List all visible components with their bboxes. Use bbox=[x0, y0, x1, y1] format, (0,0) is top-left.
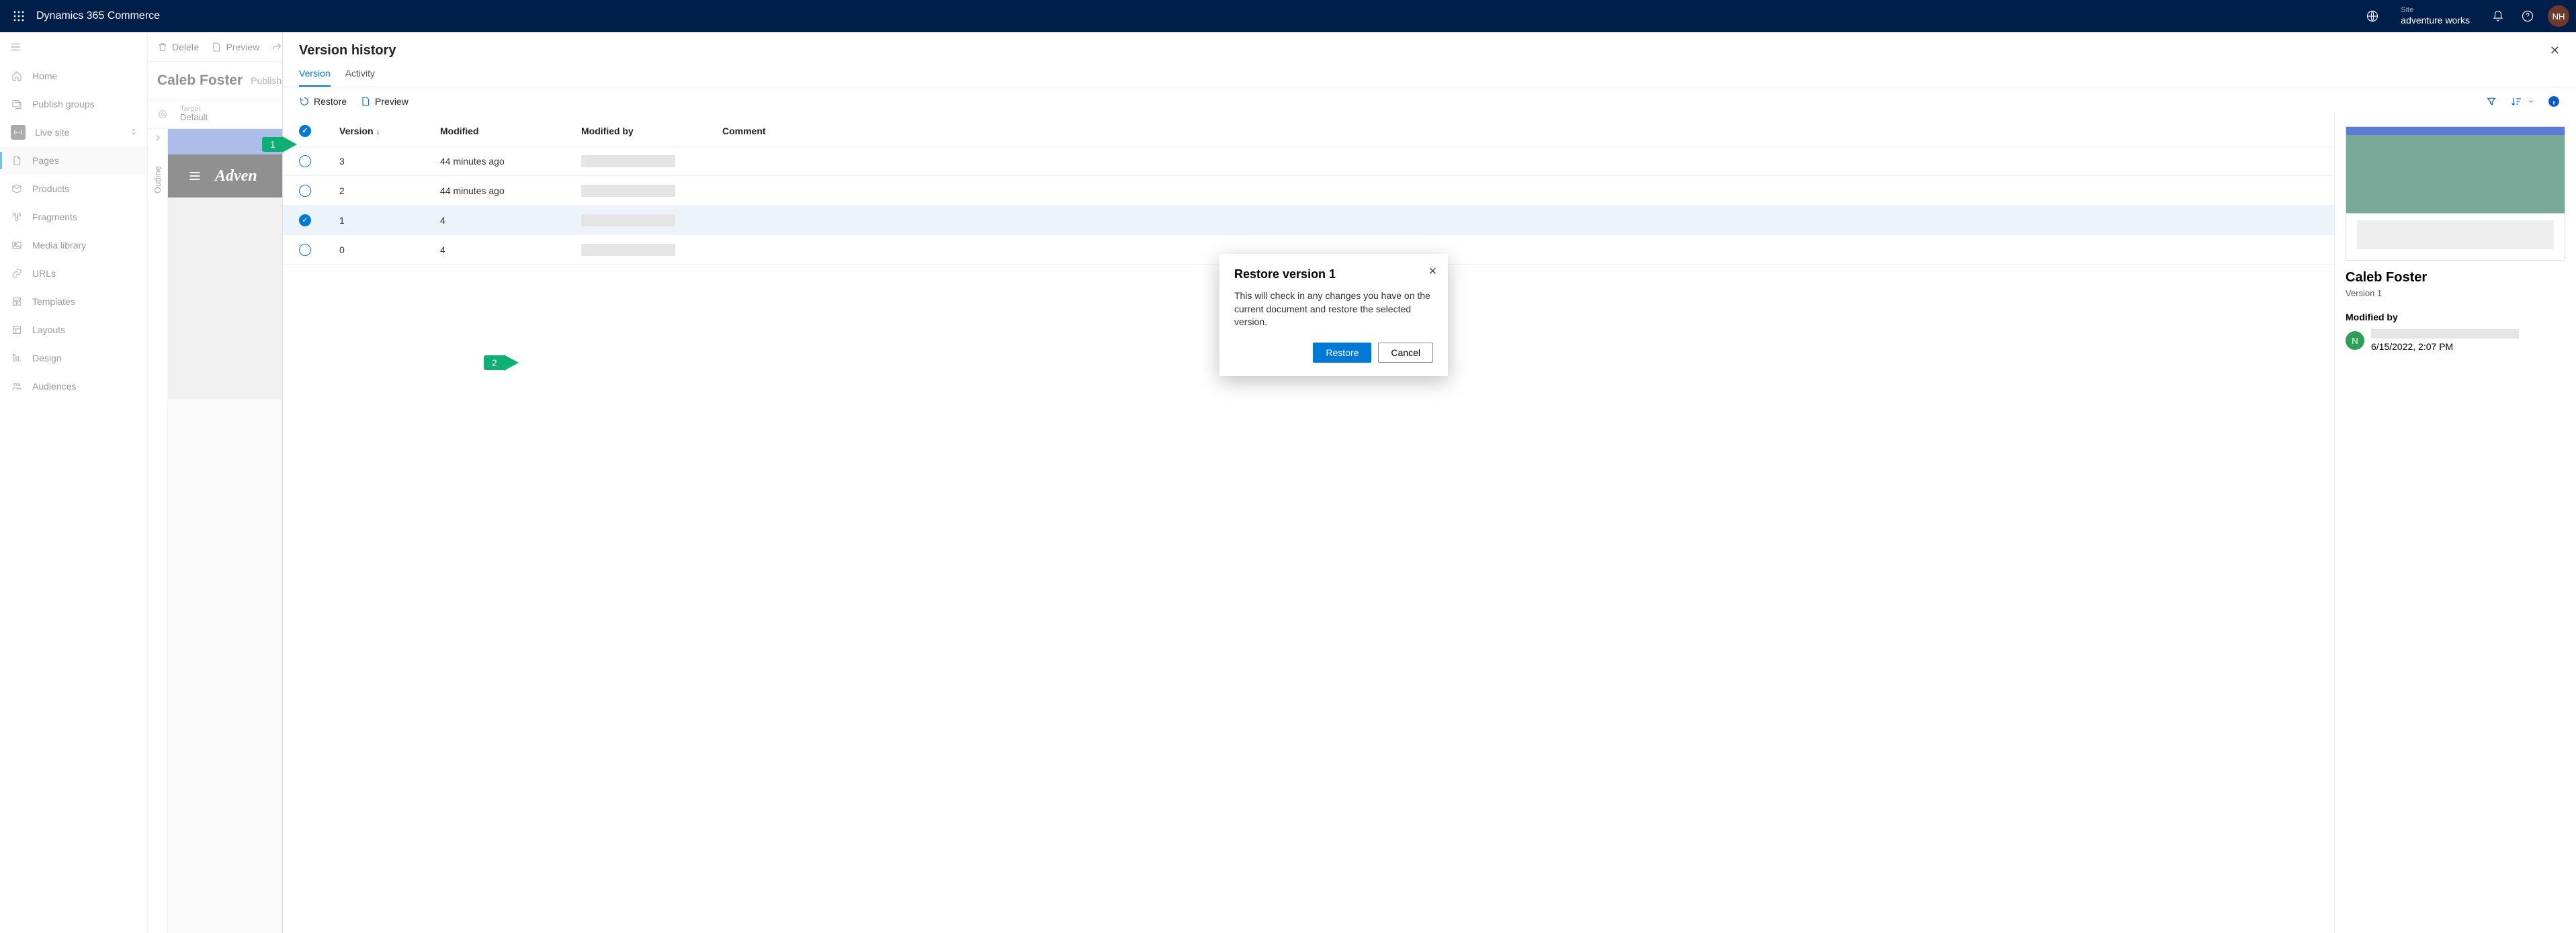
nav-publish-groups[interactable]: Publish groups bbox=[0, 90, 147, 118]
outline-rail: Outline bbox=[148, 129, 168, 933]
dialog-close-icon[interactable]: ✕ bbox=[1428, 265, 1437, 278]
cell-version: 0 bbox=[339, 245, 440, 255]
cell-version: 3 bbox=[339, 156, 440, 167]
chevron-updown-icon bbox=[130, 127, 138, 138]
cell-modified: 4 bbox=[440, 245, 581, 255]
modified-timestamp: 6/15/2022, 2:07 PM bbox=[2371, 341, 2519, 352]
detail-subtitle: Version 1 bbox=[2346, 288, 2565, 298]
app-launcher-icon[interactable] bbox=[7, 4, 31, 28]
version-history-panel: Version history ✕ Version Activity Resto… bbox=[282, 32, 2576, 933]
panel-tabs: Version Activity bbox=[283, 58, 2576, 87]
version-detail-pane: Caleb Foster Version 1 Modified by N 6/1… bbox=[2334, 116, 2576, 933]
table-row[interactable]: 344 minutes ago bbox=[283, 146, 2334, 176]
nav-live-site[interactable]: Live site bbox=[0, 118, 147, 146]
version-thumbnail bbox=[2346, 126, 2565, 261]
nav-urls[interactable]: URLs bbox=[0, 259, 147, 287]
user-avatar[interactable]: NH bbox=[2548, 5, 2569, 27]
bell-icon[interactable] bbox=[2483, 0, 2513, 32]
outline-label: Outline bbox=[153, 166, 163, 193]
dialog-restore-button[interactable]: Restore bbox=[1313, 343, 1371, 363]
callout-2: 2 bbox=[484, 355, 519, 371]
dialog-title: Restore version 1 bbox=[1234, 267, 1433, 281]
detail-title: Caleb Foster bbox=[2346, 270, 2565, 285]
delete-button[interactable]: Delete bbox=[157, 42, 199, 52]
brand-title: Dynamics 365 Commerce bbox=[36, 10, 160, 22]
site-logo: Adven bbox=[215, 167, 257, 185]
callout-1: 1 bbox=[262, 136, 297, 152]
expand-outline-icon[interactable] bbox=[153, 133, 163, 146]
page-title: Caleb Foster bbox=[157, 73, 243, 89]
site-value: adventure works bbox=[2401, 15, 2470, 26]
site-picker[interactable]: Site adventure works bbox=[2401, 6, 2470, 26]
cell-modified-by bbox=[581, 185, 722, 197]
target-picker[interactable]: Target Default bbox=[180, 105, 208, 122]
nav-fragments[interactable]: Fragments bbox=[0, 203, 147, 231]
site-label: Site bbox=[2401, 6, 2470, 15]
restore-confirm-dialog: ✕ Restore version 1 This will check in a… bbox=[1219, 254, 1448, 376]
close-icon[interactable]: ✕ bbox=[2550, 44, 2560, 58]
table-row[interactable]: 14 bbox=[283, 206, 2334, 235]
row-checkbox[interactable] bbox=[299, 155, 311, 167]
col-comment[interactable]: Comment bbox=[722, 126, 2318, 136]
filter-icon[interactable] bbox=[2486, 96, 2497, 107]
cell-modified: 4 bbox=[440, 215, 581, 226]
col-modified-by[interactable]: Modified by bbox=[581, 126, 722, 136]
cell-version: 1 bbox=[339, 215, 440, 226]
sort-icon[interactable] bbox=[2510, 96, 2534, 107]
nav-audiences[interactable]: Audiences bbox=[0, 372, 147, 400]
nav-home[interactable]: Home bbox=[0, 62, 147, 90]
modifier-name-redacted bbox=[2371, 329, 2519, 339]
modifier-avatar: N bbox=[2346, 331, 2364, 350]
cell-modified: 44 minutes ago bbox=[440, 185, 581, 196]
top-bar: Dynamics 365 Commerce Site adventure wor… bbox=[0, 0, 2576, 32]
menu-icon[interactable] bbox=[188, 169, 202, 183]
modified-by-label: Modified by bbox=[2346, 312, 2565, 322]
nav-media-library[interactable]: Media library bbox=[0, 231, 147, 259]
row-checkbox[interactable] bbox=[299, 214, 311, 226]
nav-design[interactable]: Design bbox=[0, 344, 147, 372]
cell-modified-by bbox=[581, 244, 722, 256]
target-icon bbox=[157, 109, 168, 120]
col-modified[interactable]: Modified bbox=[440, 126, 581, 136]
select-all-checkbox[interactable] bbox=[299, 125, 311, 137]
left-nav: Home Publish groups Live site Pages Prod… bbox=[0, 32, 148, 933]
tab-version[interactable]: Version bbox=[299, 68, 331, 87]
sort-desc-icon: ↓ bbox=[376, 127, 380, 136]
cell-version: 2 bbox=[339, 185, 440, 196]
nav-products[interactable]: Products bbox=[0, 175, 147, 203]
info-icon[interactable] bbox=[2548, 95, 2560, 107]
panel-toolbar: Restore Preview bbox=[283, 87, 2576, 116]
nav-layouts[interactable]: Layouts bbox=[0, 316, 147, 344]
panel-title: Version history bbox=[299, 43, 396, 58]
restore-button[interactable]: Restore bbox=[299, 96, 347, 107]
cell-modified: 44 minutes ago bbox=[440, 156, 581, 167]
nav-templates[interactable]: Templates bbox=[0, 287, 147, 316]
preview-button[interactable]: Preview bbox=[211, 42, 259, 52]
table-header: Version↓ Modified Modified by Comment bbox=[283, 116, 2334, 146]
tab-activity[interactable]: Activity bbox=[345, 68, 375, 87]
version-table: Version↓ Modified Modified by Comment 34… bbox=[283, 116, 2334, 933]
table-row[interactable]: 244 minutes ago bbox=[283, 176, 2334, 206]
nav-pages[interactable]: Pages bbox=[0, 146, 147, 175]
dialog-body: This will check in any changes you have … bbox=[1234, 290, 1433, 329]
globe-icon[interactable] bbox=[2358, 0, 2387, 32]
hamburger-icon[interactable] bbox=[0, 32, 147, 62]
panel-preview-button[interactable]: Preview bbox=[360, 96, 409, 107]
row-checkbox[interactable] bbox=[299, 185, 311, 197]
cell-modified-by bbox=[581, 214, 722, 226]
dialog-cancel-button[interactable]: Cancel bbox=[1378, 343, 1433, 363]
cell-modified-by bbox=[581, 155, 722, 167]
row-checkbox[interactable] bbox=[299, 244, 311, 256]
col-version[interactable]: Version↓ bbox=[339, 126, 440, 136]
help-icon[interactable] bbox=[2513, 0, 2542, 32]
